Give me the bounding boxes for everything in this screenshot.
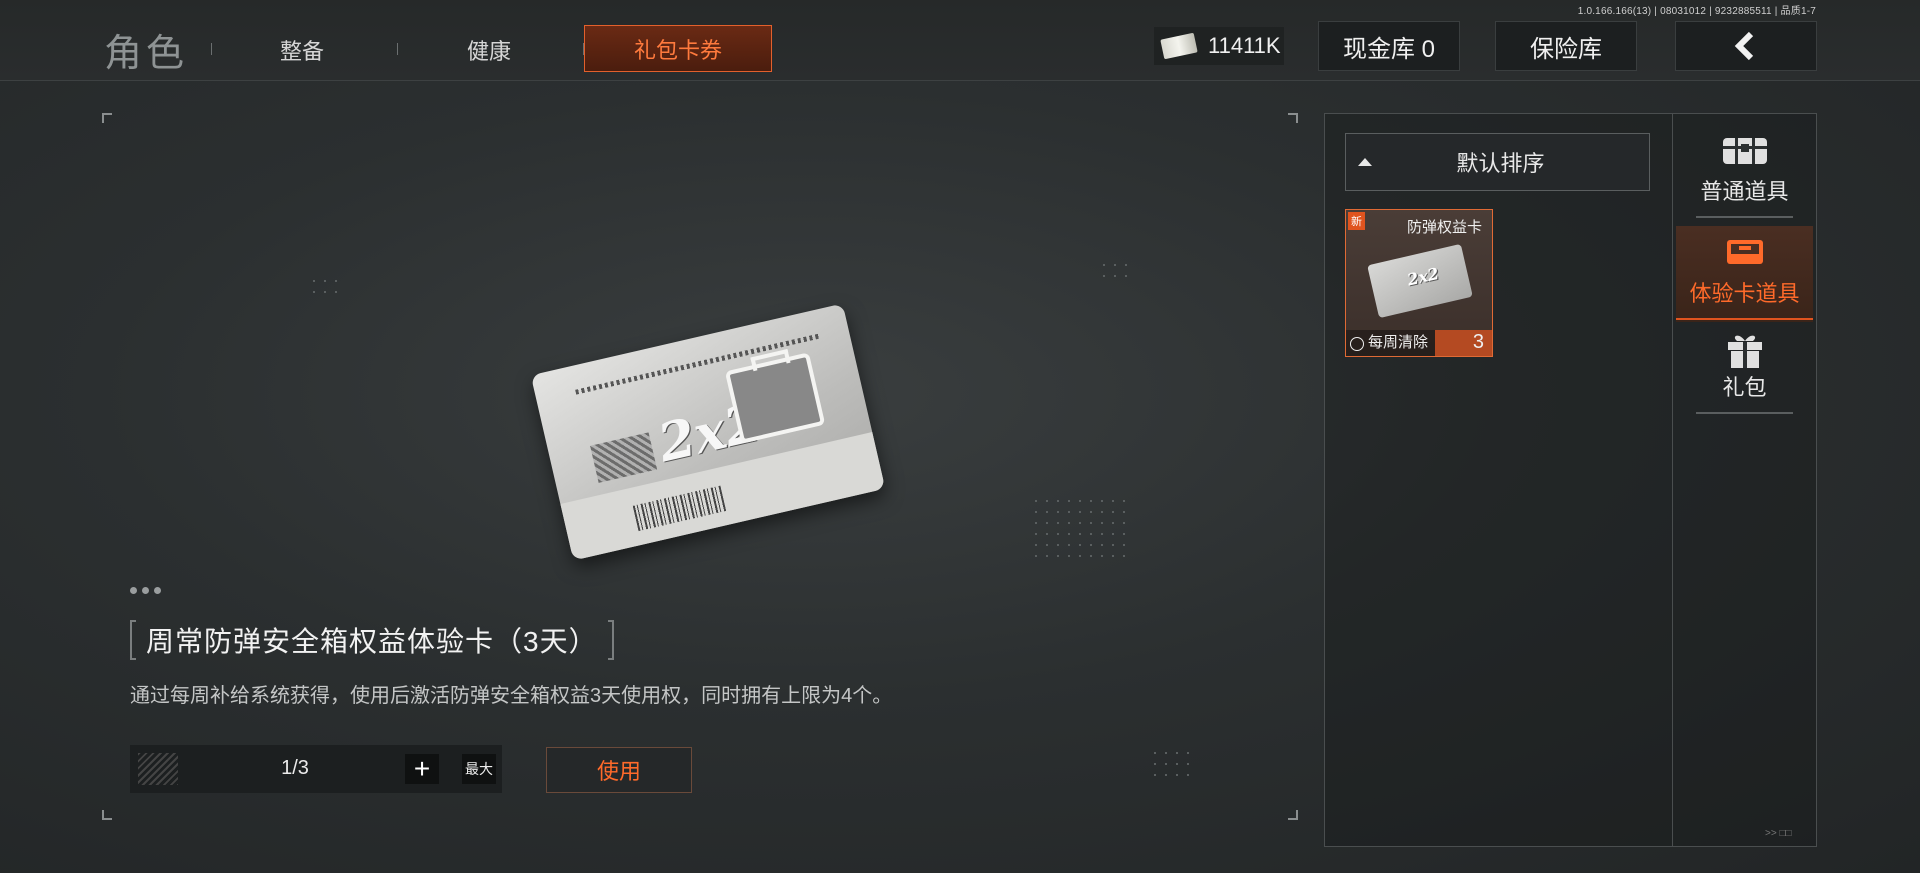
category-experience-cards[interactable]: 体验卡道具 <box>1676 226 1813 322</box>
frame-corner <box>1288 810 1298 820</box>
weekly-clear-tag: 每周清除 <box>1368 334 1429 351</box>
safe-case-icon <box>724 352 826 444</box>
safe-box-button[interactable]: 保险库 <box>1495 21 1637 71</box>
cash-vault-button[interactable]: 现金库 0 <box>1318 21 1460 71</box>
title-bracket-right <box>607 620 614 660</box>
quantity-stepper[interactable]: 1/3 + 最大 <box>130 745 502 793</box>
nav-separator <box>211 43 212 55</box>
item-description: 通过每周补给系统获得，使用后激活防弹安全箱权益3天使用权，同时拥有上限为4个。 <box>130 685 893 707</box>
category-gift-packs[interactable]: 礼包 <box>1676 320 1813 416</box>
quantity-value: 1/3 <box>281 757 309 779</box>
item-count: 3 <box>1472 331 1484 353</box>
frame-corner <box>1288 113 1298 123</box>
use-button[interactable]: 使用 <box>546 747 692 793</box>
decor-dots <box>1035 500 1125 557</box>
top-bar: 1.0.166.166(13) | 08031012 | 9232885511 … <box>0 0 1920 81</box>
item-title-box: 周常防弹安全箱权益体验卡（3天） <box>130 620 614 660</box>
decor-dots <box>313 280 337 293</box>
case-card-icon <box>1726 240 1763 264</box>
decor-dots <box>1103 264 1127 277</box>
currency-display: 11411K <box>1154 27 1284 65</box>
decor-dots <box>1154 752 1189 776</box>
category-label: 普通道具 <box>1700 179 1789 204</box>
category-underline <box>1696 216 1793 218</box>
nav-role-title[interactable]: 角色 <box>104 22 188 77</box>
gift-icon <box>1727 335 1762 368</box>
sort-dropdown[interactable]: 默认排序 <box>1345 133 1650 191</box>
experience-card: 2x2 <box>530 303 886 561</box>
frame-corner <box>102 810 112 820</box>
back-button[interactable] <box>1675 21 1817 71</box>
card-qr-code <box>590 432 658 483</box>
max-button[interactable]: 最大 <box>462 754 496 784</box>
chevron-left-icon <box>1734 31 1754 61</box>
category-label: 体验卡道具 <box>1689 281 1800 306</box>
frame-corner <box>102 113 112 123</box>
plus-button[interactable]: + <box>405 753 439 784</box>
chest-icon <box>1722 138 1767 164</box>
more-dots-icon <box>130 587 161 594</box>
currency-amount: 11411K <box>1208 33 1281 58</box>
nav-separator <box>397 43 398 55</box>
category-normal-items[interactable]: 普通道具 <box>1676 124 1813 220</box>
item-name: 防弹权益卡 <box>1406 219 1482 236</box>
tab-equipment[interactable]: 整备 <box>280 34 324 66</box>
inventory-item[interactable]: 新 防弹权益卡 2x2 每周清除 3 <box>1345 209 1493 357</box>
category-underline <box>1696 412 1793 414</box>
tab-gift-cards[interactable]: 礼包卡券 <box>584 25 772 72</box>
item-card-image: 2x2 <box>530 303 886 561</box>
panel-footer-mark: >> □□ <box>1765 828 1792 839</box>
quantity-slider-handle[interactable] <box>138 753 178 785</box>
tab-health[interactable]: 健康 <box>467 34 511 66</box>
sort-label: 默认排序 <box>1456 151 1545 176</box>
panel-divider <box>1672 113 1673 847</box>
cash-bundle-icon <box>1160 32 1198 60</box>
new-badge: 新 <box>1348 212 1365 230</box>
category-label: 礼包 <box>1722 375 1767 400</box>
item-thumbnail: 2x2 <box>1367 243 1473 319</box>
caret-up-icon <box>1358 158 1372 166</box>
clock-icon <box>1350 337 1364 351</box>
thumb-2x2-label: 2x2 <box>1405 263 1441 290</box>
version-text: 1.0.166.166(13) | 08031012 | 9232885511 … <box>1577 6 1816 17</box>
item-title: 周常防弹安全箱权益体验卡（3天） <box>146 626 598 657</box>
